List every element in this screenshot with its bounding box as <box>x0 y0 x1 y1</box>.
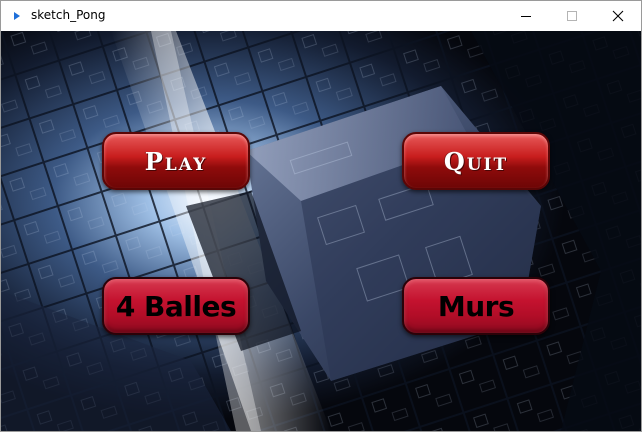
window-title: sketch_Pong <box>31 8 106 22</box>
walls-button[interactable]: Murs <box>402 277 550 335</box>
game-canvas[interactable]: Play Quit 4 Balles Murs <box>1 31 641 431</box>
balls-count-label: 4 Balles <box>115 289 237 323</box>
maximize-icon <box>567 11 577 21</box>
app-window: sketch_Pong Play Quit 4 Balles Murs <box>0 0 642 432</box>
app-icon <box>14 12 20 20</box>
quit-button[interactable]: Quit <box>402 132 550 190</box>
minimize-button[interactable] <box>503 1 549 31</box>
play-button[interactable]: Play <box>102 132 250 190</box>
balls-count-button[interactable]: 4 Balles <box>102 277 250 335</box>
title-bar[interactable]: sketch_Pong <box>1 1 641 31</box>
quit-button-label: Quit <box>443 146 509 176</box>
background-image <box>1 31 641 431</box>
walls-label: Murs <box>437 289 515 323</box>
play-button-label: Play <box>144 146 208 176</box>
minimize-icon <box>521 16 531 17</box>
close-button[interactable] <box>595 1 641 31</box>
close-icon <box>612 10 624 22</box>
maximize-button[interactable] <box>549 1 595 31</box>
